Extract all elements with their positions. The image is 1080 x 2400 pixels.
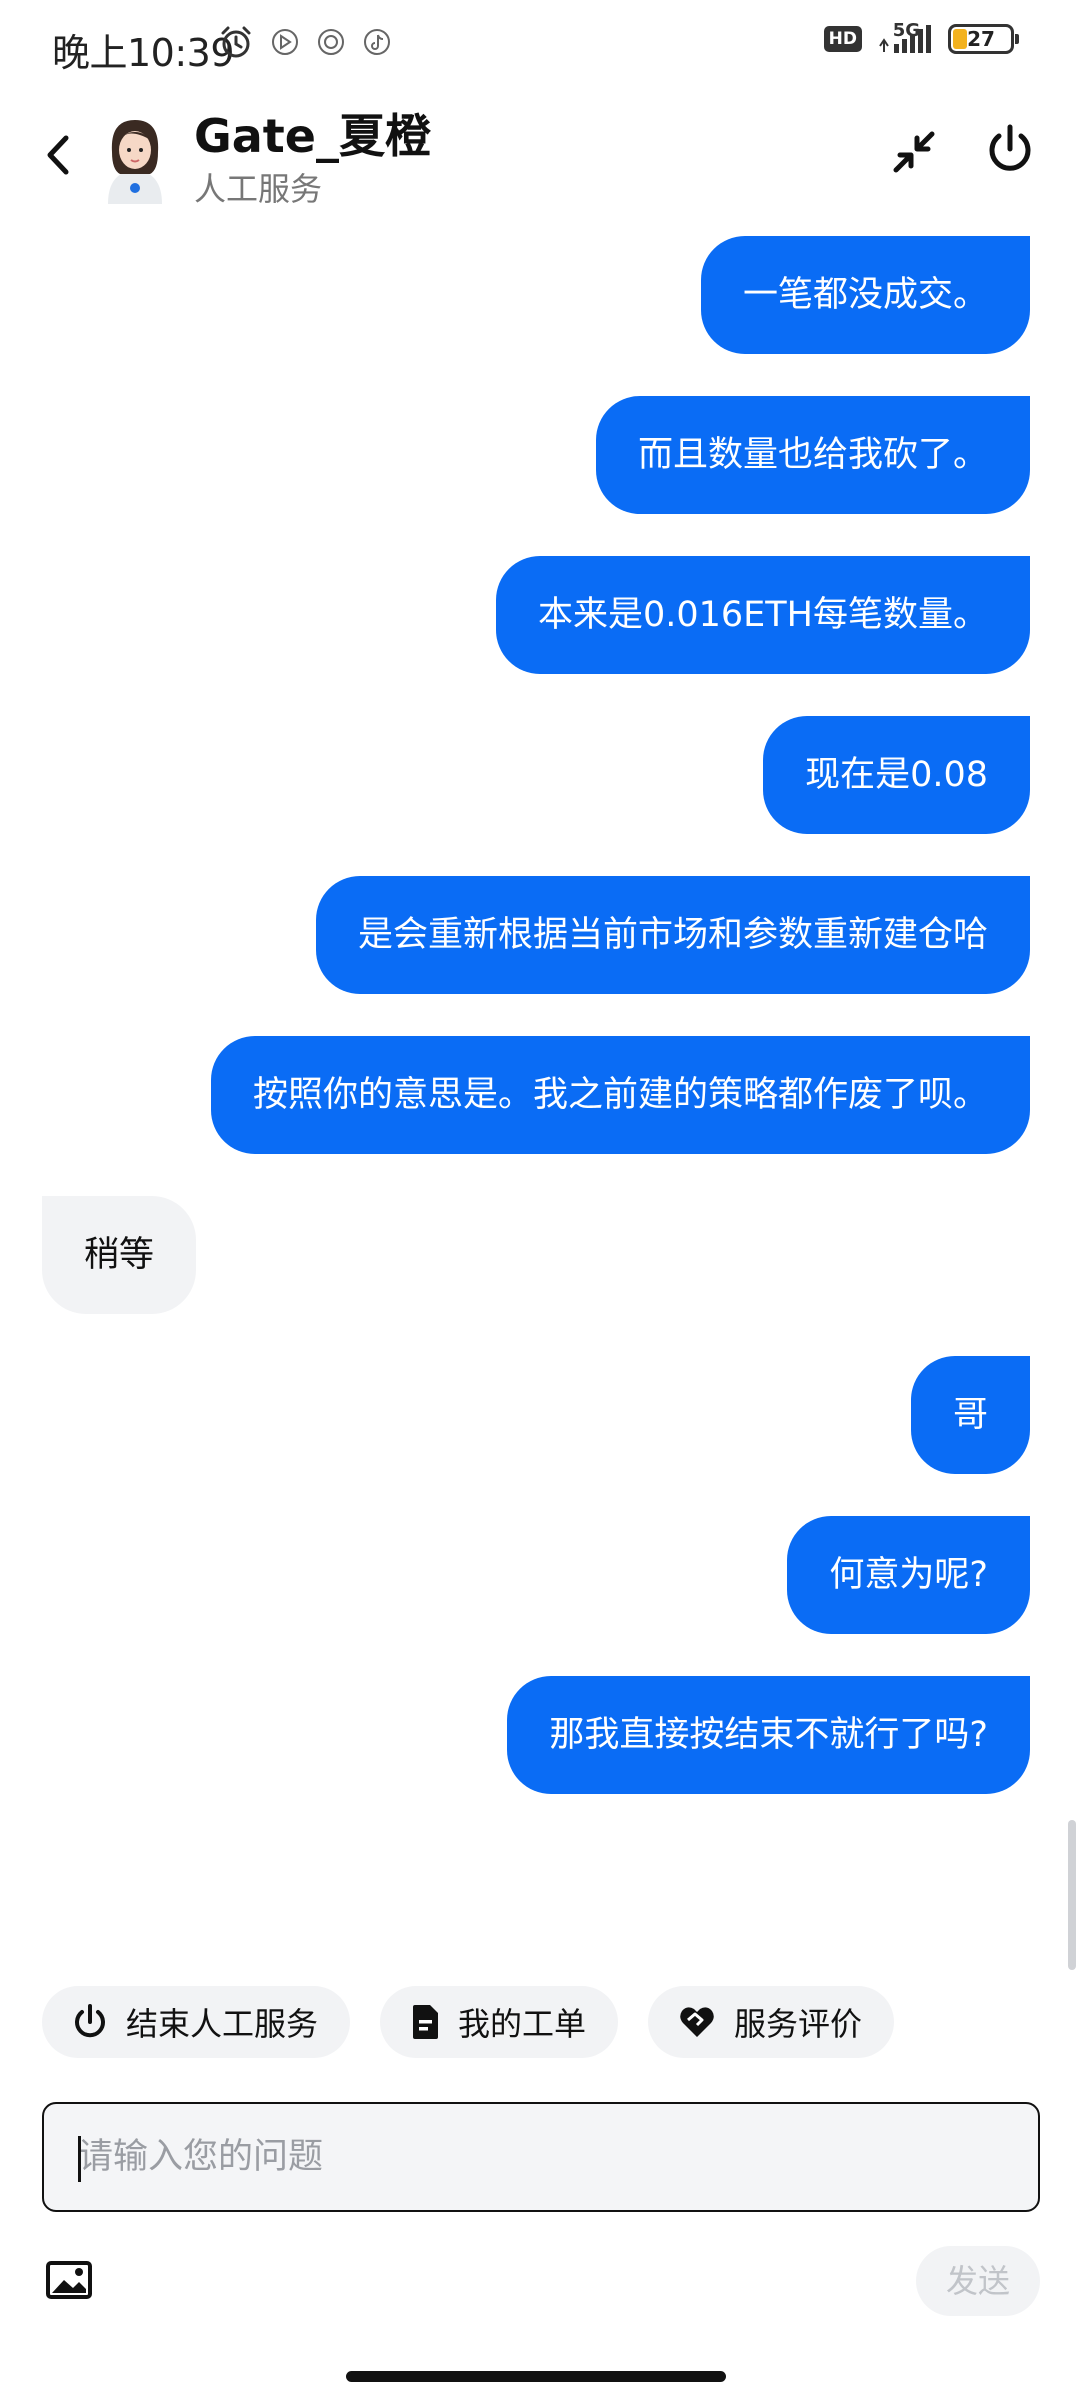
notification-icon <box>272 29 298 55</box>
chat-header: Gate_夏橙 人工服务 <box>0 92 1080 220</box>
message-bubble-user[interactable]: 本来是0.016ETH每笔数量。 <box>495 556 1030 674</box>
agent-name: Gate_夏橙 <box>194 109 431 163</box>
document-icon <box>413 2005 439 2039</box>
alarm-icon <box>221 26 251 58</box>
image-upload-icon[interactable] <box>46 2260 92 2300</box>
my-tickets-button[interactable]: 我的工单 <box>380 1986 619 2058</box>
message-bubble-user[interactable]: 那我直接按结束不就行了吗? <box>507 1676 1030 1794</box>
message-bubble-agent[interactable]: 稍等 <box>42 1196 197 1314</box>
scroll-indicator[interactable] <box>1068 1820 1076 1970</box>
message-bubble-user[interactable]: 现在是0.08 <box>763 716 1030 834</box>
chat-screen: 晚上10:39 5G HD 27 Gate_夏橙 人工服务 一笔都没成交。 而且… <box>0 0 1080 2400</box>
signal-icon <box>879 25 931 53</box>
agent-status: 人工服务 <box>194 170 323 208</box>
status-right-icons: HD 27 <box>823 24 1019 54</box>
avatar <box>98 112 172 204</box>
message-bubble-user[interactable]: 一笔都没成交。 <box>700 236 1030 354</box>
hd-badge: HD <box>823 26 862 52</box>
battery-icon: 27 <box>948 24 1019 54</box>
battery-level: 27 <box>967 27 995 51</box>
message-bubble-user[interactable]: 哥 <box>910 1356 1030 1474</box>
text-caret <box>78 2136 81 2182</box>
my-tickets-label: 我的工单 <box>458 2005 587 2043</box>
message-list[interactable]: 一笔都没成交。 而且数量也给我砍了。 本来是0.016ETH每笔数量。 现在是0… <box>0 220 1080 1960</box>
end-service-button[interactable]: 结束人工服务 <box>42 1986 351 2058</box>
quick-actions: 结束人工服务 我的工单 服务评价 <box>42 1986 895 2058</box>
send-button[interactable]: 发送 <box>916 2246 1040 2316</box>
message-input-box[interactable] <box>42 2102 1040 2212</box>
service-rating-button[interactable]: 服务评价 <box>648 1986 895 2058</box>
status-bar: 晚上10:39 5G HD 27 <box>0 0 1080 92</box>
tiktok-icon <box>364 29 390 55</box>
end-service-label: 结束人工服务 <box>126 2005 319 2043</box>
power-icon[interactable] <box>984 122 1036 178</box>
message-bubble-user[interactable]: 按照你的意思是。我之前建的策略都作废了呗。 <box>210 1036 1030 1154</box>
back-icon[interactable] <box>38 130 78 180</box>
status-left-icons <box>218 24 392 60</box>
minimize-icon[interactable] <box>890 128 938 176</box>
status-time: 晚上10:39 <box>52 31 235 75</box>
message-bubble-user[interactable]: 而且数量也给我砍了。 <box>595 396 1030 514</box>
power-icon <box>75 2004 105 2038</box>
service-rating-label: 服务评价 <box>734 2005 863 2043</box>
message-input[interactable] <box>44 2104 1038 2210</box>
home-indicator[interactable] <box>346 2371 726 2382</box>
message-bubble-user[interactable]: 是会重新根据当前市场和参数重新建仓哈 <box>315 876 1030 994</box>
heart-handshake-icon <box>680 2007 714 2037</box>
app-icon <box>318 29 344 55</box>
message-bubble-user[interactable]: 何意为呢? <box>787 1516 1030 1634</box>
